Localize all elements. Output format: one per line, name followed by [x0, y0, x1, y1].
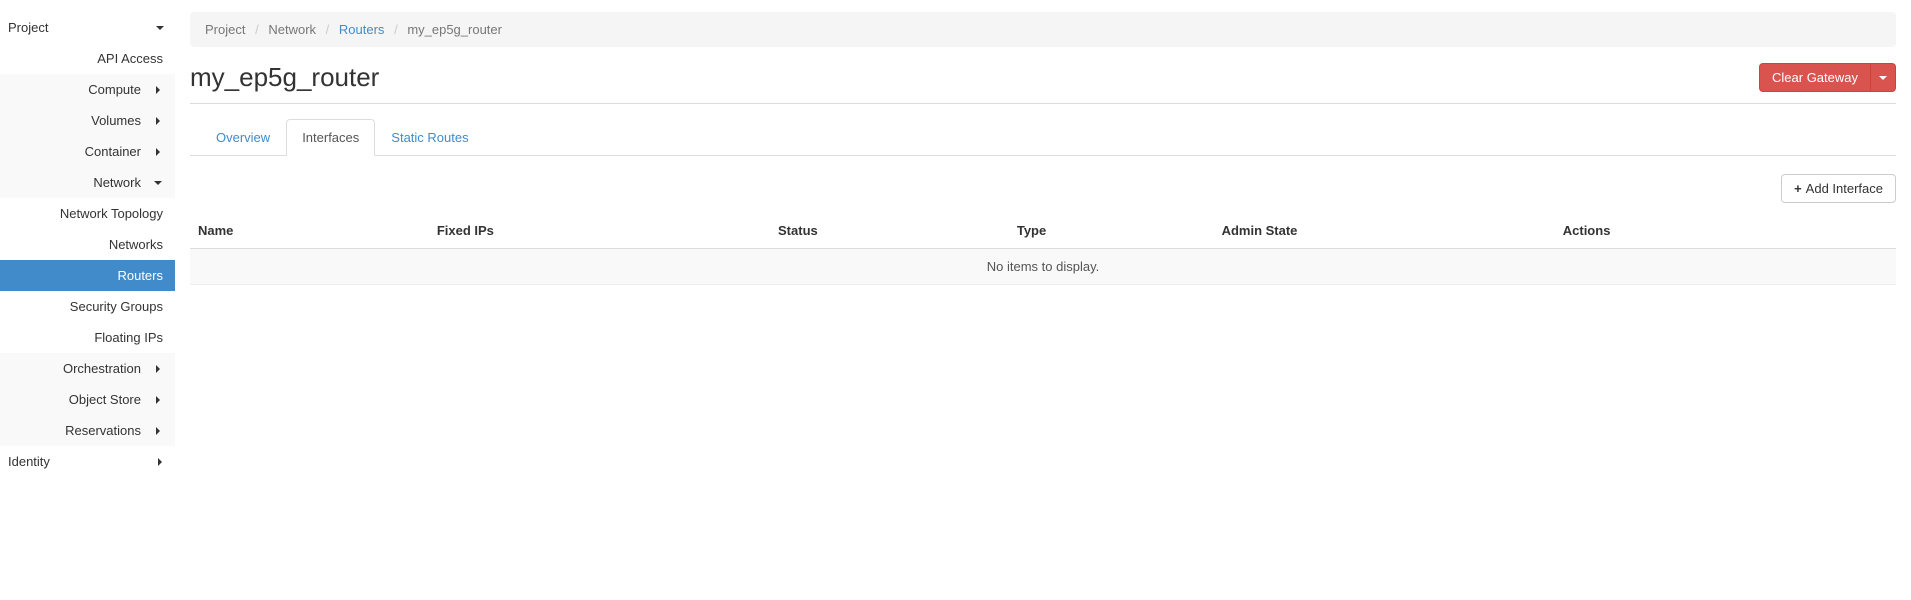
sidebar-item-identity[interactable]: Identity — [0, 446, 175, 477]
col-admin-state[interactable]: Admin State — [1214, 213, 1555, 249]
sidebar-item-label: Container — [8, 144, 141, 159]
sidebar-item-label: Networks — [109, 237, 163, 252]
sidebar-item-label: Routers — [117, 268, 163, 283]
breadcrumb-current: my_ep5g_router — [407, 22, 502, 37]
sidebar-item-api-access[interactable]: API Access — [0, 43, 175, 74]
chevron-right-icon — [153, 426, 163, 436]
sidebar-item-label: Floating IPs — [94, 330, 163, 345]
col-fixed-ips[interactable]: Fixed IPs — [429, 213, 770, 249]
chevron-right-icon — [153, 85, 163, 95]
tab-overview[interactable]: Overview — [200, 119, 286, 156]
add-interface-button[interactable]: + Add Interface — [1781, 174, 1896, 203]
table-toolbar: + Add Interface — [190, 174, 1896, 203]
plus-icon: + — [1794, 181, 1802, 196]
sidebar-item-label: Volumes — [8, 113, 141, 128]
sidebar-item-label: Network — [8, 175, 141, 190]
chevron-right-icon — [153, 364, 163, 374]
col-actions[interactable]: Actions — [1555, 213, 1896, 249]
col-type[interactable]: Type — [1009, 213, 1214, 249]
sidebar-item-reservations[interactable]: Reservations — [0, 415, 175, 446]
sidebar-item-label: Reservations — [8, 423, 141, 438]
breadcrumb-separator: / — [249, 22, 265, 37]
sidebar-item-orchestration[interactable]: Orchestration — [0, 353, 175, 384]
breadcrumb-network[interactable]: Network — [268, 22, 316, 37]
clear-gateway-dropdown[interactable] — [1871, 63, 1896, 92]
sidebar-item-label: Orchestration — [8, 361, 141, 376]
breadcrumb-separator: / — [388, 22, 404, 37]
chevron-right-icon — [155, 457, 165, 467]
sidebar-item-floating-ips[interactable]: Floating IPs — [0, 322, 175, 353]
breadcrumb-routers[interactable]: Routers — [339, 22, 385, 37]
header-actions: Clear Gateway — [1759, 63, 1896, 92]
sidebar-item-label: Identity — [8, 454, 50, 469]
breadcrumb-project[interactable]: Project — [205, 22, 245, 37]
sidebar-item-network-topology[interactable]: Network Topology — [0, 198, 175, 229]
sidebar-item-label: Security Groups — [70, 299, 163, 314]
table-header-row: Name Fixed IPs Status Type Admin State A… — [190, 213, 1896, 249]
sidebar-item-routers[interactable]: Routers — [0, 260, 175, 291]
breadcrumb-separator: / — [320, 22, 336, 37]
interfaces-table: Name Fixed IPs Status Type Admin State A… — [190, 213, 1896, 285]
col-name[interactable]: Name — [190, 213, 429, 249]
sidebar-item-label: API Access — [97, 51, 163, 66]
sidebar-item-compute[interactable]: Compute — [0, 74, 175, 105]
page-title: my_ep5g_router — [190, 62, 379, 93]
chevron-down-icon — [153, 178, 163, 188]
main-content: Project / Network / Routers / my_ep5g_ro… — [175, 0, 1911, 477]
sidebar-item-label: Object Store — [8, 392, 141, 407]
sidebar-item-volumes[interactable]: Volumes — [0, 105, 175, 136]
add-interface-label: Add Interface — [1806, 181, 1883, 196]
caret-down-icon — [1879, 76, 1887, 80]
col-status[interactable]: Status — [770, 213, 1009, 249]
sidebar-item-container[interactable]: Container — [0, 136, 175, 167]
sidebar-item-security-groups[interactable]: Security Groups — [0, 291, 175, 322]
sidebar-item-project[interactable]: Project — [0, 12, 175, 43]
sidebar-item-label: Compute — [8, 82, 141, 97]
chevron-down-icon — [155, 23, 165, 33]
sidebar-item-label: Project — [8, 20, 48, 35]
tabs: Overview Interfaces Static Routes — [190, 119, 1896, 156]
sidebar-item-label: Network Topology — [60, 206, 163, 221]
empty-message: No items to display. — [190, 249, 1896, 285]
sidebar: Project API Access Compute Volumes Conta… — [0, 0, 175, 477]
chevron-right-icon — [153, 147, 163, 157]
chevron-right-icon — [153, 395, 163, 405]
tab-static-routes[interactable]: Static Routes — [375, 119, 484, 156]
tab-interfaces[interactable]: Interfaces — [286, 119, 375, 156]
sidebar-item-networks[interactable]: Networks — [0, 229, 175, 260]
sidebar-item-network[interactable]: Network — [0, 167, 175, 198]
sidebar-item-object-store[interactable]: Object Store — [0, 384, 175, 415]
chevron-right-icon — [153, 116, 163, 126]
page-header: my_ep5g_router Clear Gateway — [190, 62, 1896, 104]
table-empty-row: No items to display. — [190, 249, 1896, 285]
breadcrumb: Project / Network / Routers / my_ep5g_ro… — [190, 12, 1896, 47]
clear-gateway-button[interactable]: Clear Gateway — [1759, 63, 1871, 92]
